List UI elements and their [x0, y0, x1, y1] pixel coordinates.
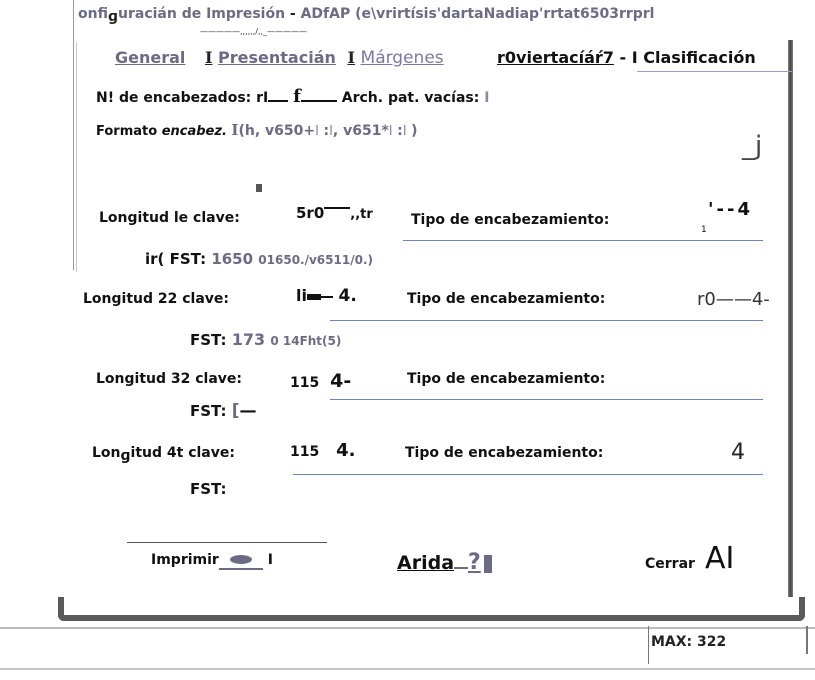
imprimir-label: Imprimir [151, 552, 219, 568]
key3-fst-row: FST: [— [190, 401, 256, 421]
key1-label: Longitud le clave: [99, 210, 240, 226]
key2-tipo-label: Tipo de encabezamiento: [407, 291, 606, 307]
key4-value-suffix: 4. [336, 440, 356, 461]
key2-fst-row: FST: 173 0 14Fht(5) [190, 330, 341, 349]
tab-separator-2: I [347, 48, 355, 67]
formato-row: Formato encabez. I(h, v650+I :I, v651*I … [96, 121, 418, 139]
key4-label-part1: Lon [92, 445, 121, 461]
key2-tipo-value[interactable]: r0——4- [697, 289, 770, 310]
num-encabezados-row: N! de encabezados: rI f Arch. pat. vacía… [96, 86, 489, 107]
imprimir-tail: I [267, 552, 273, 568]
window-title: onfiɡuracián de Impresión - ADfAP (e\vri… [78, 6, 655, 25]
title-separator: - [289, 6, 296, 22]
key3-fst-expr[interactable]: — [239, 401, 256, 421]
formato-i2: I [315, 124, 319, 139]
window-left-border [73, 0, 74, 270]
key2-label: Longitud 22 clave: [83, 291, 230, 307]
key3-value[interactable]: 115 4- [290, 370, 351, 392]
formato-label: Formato [96, 124, 158, 139]
status-separator [648, 626, 649, 664]
status-right-edge [806, 626, 808, 654]
small-square-icon [256, 177, 262, 196]
imprimir-button[interactable]: Imprimir I [151, 552, 273, 570]
key1-tipo-underline [403, 240, 763, 241]
tab-clasificacion[interactable]: I Clasificación [632, 48, 756, 67]
key1-fst-row: ir( FST: 1650 01650./v6511/0.) [145, 250, 373, 268]
key4-tipo-label: Tipo de encabezamiento: [405, 445, 604, 461]
arch-vacias-label: Arch. pat. vacías: [341, 90, 480, 106]
key1-tipo-value[interactable]: '--4 [708, 199, 753, 220]
key1-fst-num[interactable]: 1650 [211, 250, 253, 268]
tab-separator: I [204, 48, 213, 67]
num-encabezados-value[interactable]: f [293, 86, 301, 107]
button-top-line [127, 542, 327, 543]
key3-tipo-label: Tipo de encabezamiento: [407, 371, 606, 387]
status-max: MAX: 322 [651, 634, 727, 650]
tab-clasificacion-sep: - [619, 48, 627, 67]
key2-fst-num[interactable]: 173 [232, 330, 265, 349]
tab-bar: General I Presentacián I Márgenes [115, 48, 444, 68]
corner-mark: _j [742, 131, 763, 161]
key2-fst-expr[interactable]: 0 14Fht(5) [270, 334, 341, 348]
key4-value-text: 115 [290, 444, 320, 460]
formato-i4: I [388, 124, 393, 139]
window-bottom-frame [58, 597, 805, 621]
key4-label: Lonɡitud 4t clave: [92, 445, 235, 464]
formato-v1[interactable]: (h, v650+ [238, 123, 315, 139]
key2-value-suffix: 4. [338, 286, 357, 306]
formato-v2[interactable]: , v651* [333, 123, 389, 139]
key1-tipo-label: Tipo de encabezamiento: [411, 212, 610, 228]
ayuda-button[interactable]: Arida? [397, 550, 492, 575]
key3-value-suffix: 4- [330, 370, 352, 392]
key4-tipo-value[interactable]: 4 [731, 440, 745, 465]
key2-fst-label: FST: [190, 331, 227, 349]
window-inner-left-border [76, 42, 77, 272]
tab-bar-right: r0viertacíáŕ7 - I Clasificación [497, 48, 756, 67]
tab-general[interactable]: General [115, 48, 185, 67]
key2-tipo-underline [330, 320, 763, 321]
key4-label-part2: itud 4t clave: [130, 445, 235, 461]
key2-value[interactable]: li 4. [296, 286, 357, 306]
key3-tipo-underline [330, 399, 763, 400]
key1-fst-expr[interactable]: 01650./v6511/0.) [258, 253, 373, 267]
key4-fst-row: FST: [190, 480, 226, 498]
status-bar-top-line [0, 627, 815, 629]
title-part2: uracián de Impresión [118, 6, 286, 22]
key4-tipo-underline [293, 474, 763, 475]
tab-presentacion[interactable]: Presentacián [218, 48, 336, 67]
formato-close: ) [411, 123, 418, 139]
tab-margenes[interactable]: Márgenes [361, 48, 444, 68]
key2-value-text: li [296, 286, 307, 305]
key3-value-text: 115 [290, 375, 320, 391]
key1-value[interactable]: 5r0 ,,tr [296, 204, 373, 222]
status-bar-bottom-line [0, 668, 815, 670]
key3-fst-label: FST: [190, 402, 227, 420]
formato-label-em: encabez. [161, 124, 227, 139]
cerrar-button-label[interactable]: Cerrar [645, 556, 695, 572]
key1-fst-label: ir( FST: [145, 250, 207, 268]
formato-i5: I [402, 124, 407, 139]
key4-value[interactable]: 115 4. [290, 440, 355, 461]
title-part3: ADfAP (e\vrirtísis'dartaNadiap'rrtat6503… [300, 6, 655, 22]
num-encabezados-label: N! de encabezados: rI [96, 90, 269, 106]
imprimir-icon [229, 555, 252, 564]
tab-conversion-tail: íáŕ7 [578, 48, 614, 67]
key4-fst-label: FST: [190, 480, 227, 498]
tab-conversion[interactable]: r0viertac [497, 48, 579, 67]
ayuda-mark: ? [468, 550, 481, 575]
cerrar-button-mark[interactable]: AI [705, 541, 734, 576]
arch-vacias-value[interactable]: I [484, 90, 489, 106]
title-mark: —————,,,,,,/,,_————— [200, 27, 308, 36]
ayuda-label: Arida [397, 552, 455, 574]
key1-value-suffix: ,,tr [350, 207, 373, 222]
key1-tipo-prefix: 1 [701, 225, 707, 235]
key1-value-text: 5r0 [296, 204, 325, 222]
tab-active-underline [637, 71, 792, 72]
key3-label: Longitud 32 clave: [96, 371, 243, 387]
title-part1: onfi [78, 6, 108, 22]
window-right-border [788, 40, 793, 615]
